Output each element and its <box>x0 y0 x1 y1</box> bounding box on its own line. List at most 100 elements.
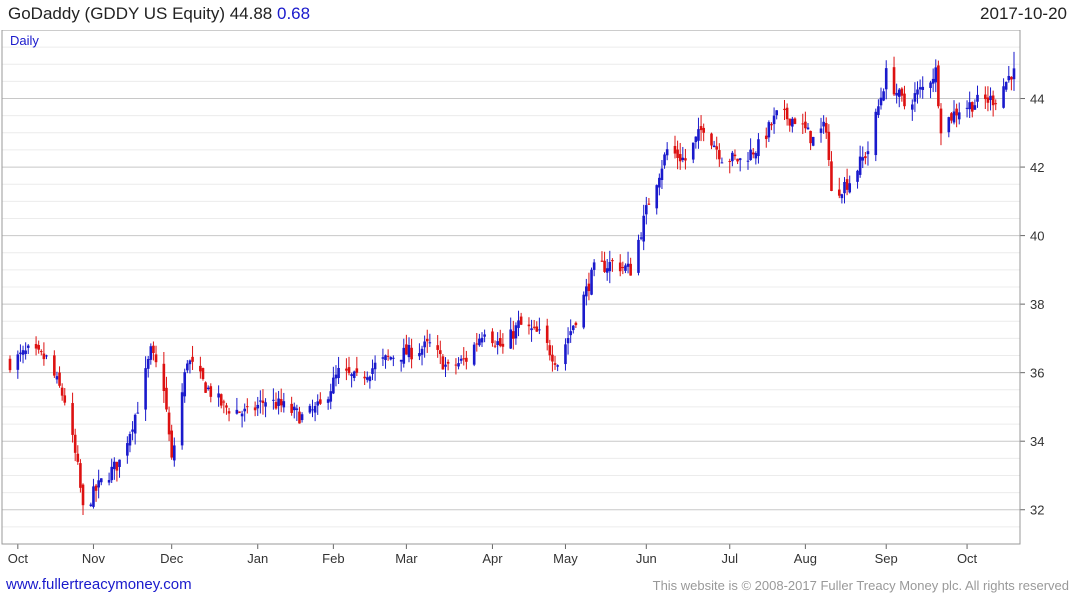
candle-body <box>462 358 466 360</box>
candle-body <box>402 347 406 364</box>
candle-body <box>621 267 625 269</box>
candle-body <box>298 411 301 424</box>
price-chart: 32 34 36 38 40 42 44 Oct Nov Dec Jan Feb Mar Apr May Ju… <box>0 29 1075 570</box>
candle-body <box>368 376 372 382</box>
candle-body <box>712 145 716 148</box>
candle-body <box>861 157 865 161</box>
candle-body <box>647 203 651 205</box>
candle-body <box>76 453 80 462</box>
candle-body <box>373 362 377 370</box>
candle-body <box>900 88 904 96</box>
period-label: Daily <box>10 33 39 48</box>
candle-body <box>144 368 147 410</box>
candle-body <box>965 107 969 109</box>
candle-body <box>209 386 213 397</box>
candle-body <box>355 368 359 373</box>
candle-body <box>34 343 38 349</box>
candle-body <box>585 286 588 297</box>
candle-body <box>804 121 807 129</box>
price-change: 0.68 <box>277 4 311 23</box>
candle-body <box>1002 86 1005 108</box>
candle-body <box>718 150 721 160</box>
x-tick-label: Jan <box>247 551 268 566</box>
site-link[interactable]: www.fullertreacymoney.com <box>6 576 192 593</box>
candle-body <box>746 160 750 162</box>
candle-body <box>73 434 77 453</box>
candle-body <box>45 355 48 357</box>
candle-body <box>697 129 700 141</box>
candle-body <box>235 409 239 414</box>
candle-body <box>79 463 82 488</box>
candle-body <box>864 156 867 159</box>
candle-body <box>501 343 505 347</box>
candle-body <box>681 157 685 161</box>
candle-body <box>757 139 760 157</box>
candle-body <box>897 89 901 97</box>
x-tick-label: Oct <box>957 551 978 566</box>
x-tick-label: Nov <box>82 551 106 566</box>
candle-body <box>136 412 140 414</box>
candle-body <box>165 387 168 410</box>
candle-body <box>877 106 880 116</box>
candle-body <box>425 338 429 342</box>
candle-body <box>564 344 567 365</box>
candle-body <box>201 368 205 380</box>
x-tick-label: May <box>553 551 578 566</box>
candle-body <box>884 68 888 90</box>
candle-body <box>582 294 586 328</box>
candle-body <box>527 324 531 327</box>
y-tick-label: 36 <box>1030 366 1044 381</box>
candle-body <box>219 394 223 406</box>
candle-body <box>319 399 322 404</box>
candle-body <box>968 102 971 110</box>
candle-body <box>131 429 134 432</box>
candle-body <box>856 170 859 182</box>
candle-body <box>843 182 846 194</box>
candle-body <box>282 401 286 408</box>
candle-body <box>600 260 604 262</box>
candle-body <box>334 374 338 379</box>
candle-body <box>308 405 312 413</box>
candle-body <box>764 135 768 140</box>
candle-body <box>673 145 677 154</box>
candle-body <box>738 158 742 161</box>
candle-body <box>480 337 484 343</box>
candle-body <box>392 357 395 359</box>
candle-body <box>809 130 812 144</box>
candle-body <box>188 360 192 365</box>
candle-body <box>538 329 541 331</box>
candle-body <box>246 406 249 408</box>
candle-body <box>882 91 885 101</box>
candle-body <box>645 205 648 215</box>
candle-body <box>848 183 852 193</box>
candle-body <box>892 67 896 95</box>
candle-body <box>986 97 990 103</box>
candle-body <box>751 152 755 155</box>
candle-body <box>60 387 64 396</box>
x-tick-label: Apr <box>482 551 503 566</box>
candle-body <box>371 368 374 374</box>
candle-body <box>665 149 669 156</box>
candle-body <box>519 316 523 325</box>
candle-body <box>819 128 823 133</box>
candle-body <box>261 400 265 403</box>
candle-body <box>204 382 207 393</box>
candle-body <box>921 86 925 90</box>
candle-body <box>1004 81 1008 90</box>
candle-body <box>952 111 956 123</box>
last-price: 44.88 <box>229 4 273 23</box>
candle-body <box>97 480 100 488</box>
candle-body <box>955 108 958 116</box>
candle-body <box>655 185 659 209</box>
candle-body <box>423 341 426 348</box>
candle-body <box>365 377 369 380</box>
candle-body <box>154 354 158 363</box>
candle-body <box>19 352 22 355</box>
candle-body <box>438 350 442 355</box>
candle-body <box>611 260 614 262</box>
candle-body <box>113 461 116 470</box>
candle-body <box>110 466 114 481</box>
candle-body <box>973 105 977 110</box>
candle-body <box>691 142 695 160</box>
candle-body <box>684 158 687 161</box>
